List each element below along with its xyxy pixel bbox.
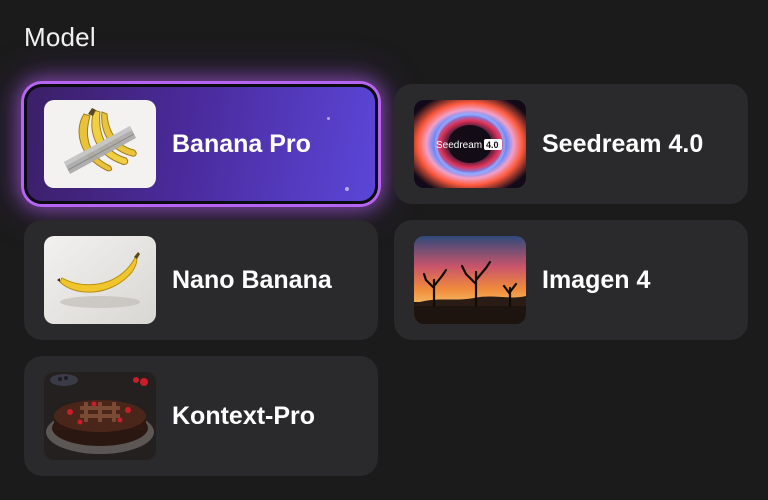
nano-banana-thumbnail — [44, 236, 156, 324]
section-title: Model — [24, 22, 96, 52]
single-banana-image — [44, 236, 156, 324]
sparkle-decoration — [327, 117, 330, 120]
taped-bananas-image — [44, 100, 156, 188]
model-label-banana-pro: Banana Pro — [172, 130, 311, 158]
seedream-thumbnail: Seedream 4.0 — [414, 100, 526, 188]
sparkle-decoration — [345, 187, 349, 191]
imagen-thumbnail — [414, 236, 526, 324]
model-label-kontext-pro: Kontext-Pro — [172, 402, 316, 430]
model-option-kontext-pro[interactable]: Kontext-Pro — [24, 356, 378, 476]
model-label-seedream: Seedream 4.0 — [542, 130, 704, 158]
kontext-pro-thumbnail — [44, 372, 156, 460]
desert-sunset-image — [414, 236, 526, 324]
model-option-imagen[interactable]: Imagen 4 — [394, 220, 748, 340]
chocolate-cake-image — [44, 372, 156, 460]
model-option-banana-pro[interactable]: Banana Pro — [24, 84, 378, 204]
seedream-thumb-badge: 4.0 — [486, 140, 499, 150]
model-option-seedream[interactable]: Seedream 4.0 Seedream 4.0 — [394, 84, 748, 204]
banana-pro-thumbnail — [44, 100, 156, 188]
seedream-thumb-text: Seedream — [436, 140, 482, 151]
model-label-imagen: Imagen 4 — [542, 266, 651, 294]
model-label-nano-banana: Nano Banana — [172, 266, 332, 294]
model-picker-panel: Model Banana Pro Seedream 4.0 Seedream 4… — [0, 0, 768, 500]
model-option-nano-banana[interactable]: Nano Banana — [24, 220, 378, 340]
seedream-swirl-image: Seedream 4.0 — [414, 100, 526, 188]
